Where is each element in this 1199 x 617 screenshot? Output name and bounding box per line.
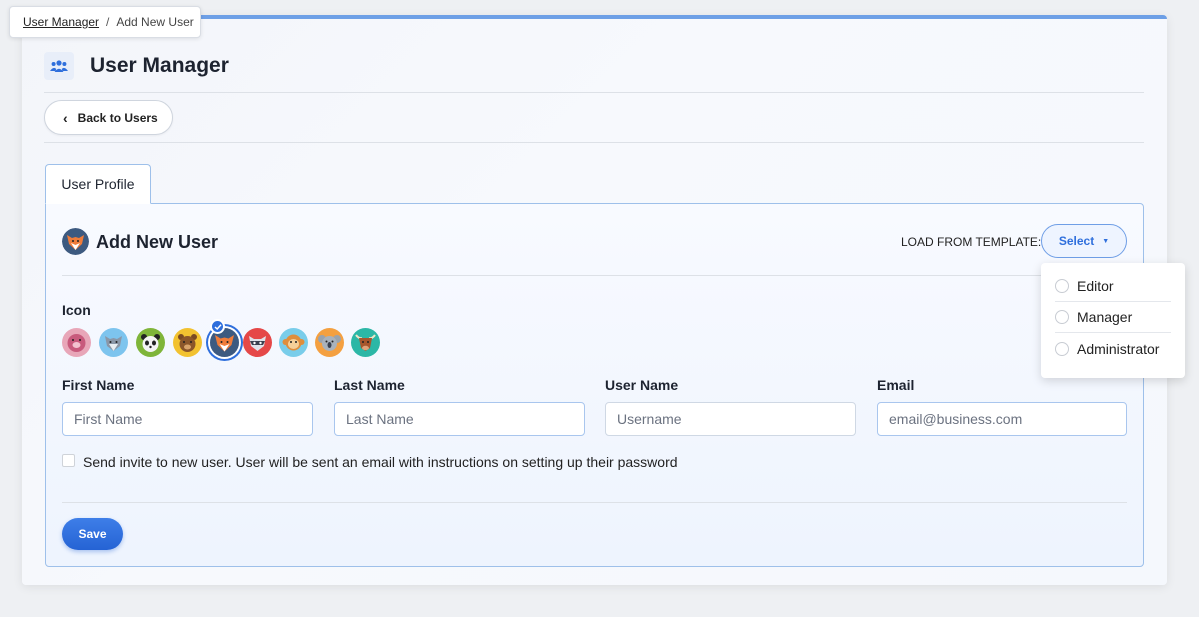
koala-icon[interactable]: [315, 328, 344, 357]
breadcrumb-current: Add New User: [116, 15, 194, 29]
template-dropdown-menu: Editor Manager Administrator: [1041, 263, 1185, 378]
template-option-administrator[interactable]: Administrator: [1055, 333, 1171, 364]
select-label: Select: [1058, 234, 1095, 248]
page-title: User Manager: [90, 54, 229, 77]
monkey-icon[interactable]: [279, 328, 308, 357]
option-label: Editor: [1077, 278, 1114, 294]
last-name-input[interactable]: [334, 402, 585, 436]
breadcrumb: User Manager / Add New User: [9, 6, 201, 38]
user-profile-panel: [45, 203, 1144, 567]
divider: [44, 142, 1144, 143]
bear-icon[interactable]: [173, 328, 202, 357]
pig-icon[interactable]: [62, 328, 91, 357]
add-new-user-title: Add New User: [96, 232, 219, 252]
radio-icon: [1055, 310, 1069, 324]
divider: [44, 92, 1144, 93]
save-button[interactable]: Save: [62, 518, 123, 550]
back-to-users-button[interactable]: ‹ Back to Users: [44, 100, 173, 135]
email-input[interactable]: [877, 402, 1127, 436]
last-name-label: Last Name: [334, 377, 405, 393]
send-invite-checkbox[interactable]: [62, 454, 75, 467]
breadcrumb-separator: /: [106, 15, 110, 29]
send-invite-label: Send invite to new user. User will be se…: [83, 454, 678, 470]
first-name-input[interactable]: [62, 402, 313, 436]
divider: [62, 275, 1127, 276]
raccoon-icon[interactable]: [243, 328, 272, 357]
panda-icon[interactable]: [136, 328, 165, 357]
first-name-label: First Name: [62, 377, 135, 393]
template-select-button[interactable]: Select ▼: [1041, 224, 1127, 258]
radio-icon: [1055, 341, 1069, 356]
username-input[interactable]: [605, 402, 856, 436]
user-name-label: User Name: [605, 377, 679, 393]
check-icon: [210, 319, 225, 334]
bull-icon[interactable]: [351, 328, 380, 357]
chevron-left-icon: ‹: [63, 109, 68, 126]
option-label: Administrator: [1077, 340, 1160, 357]
load-from-template-label: LOAD FROM TEMPLATE:: [901, 235, 1042, 249]
users-icon: [44, 52, 74, 80]
tab-user-profile[interactable]: User Profile: [45, 164, 151, 204]
option-label: Manager: [1077, 309, 1133, 325]
caret-down-icon: ▼: [1102, 237, 1110, 245]
template-option-editor[interactable]: Editor: [1055, 271, 1171, 302]
divider: [62, 502, 1127, 503]
breadcrumb-user-manager-link[interactable]: User Manager: [23, 15, 99, 29]
back-button-label: Back to Users: [77, 110, 158, 125]
icon-field-label: Icon: [62, 302, 91, 318]
wolf-icon[interactable]: [99, 328, 128, 357]
template-option-manager[interactable]: Manager: [1055, 302, 1171, 333]
email-label: Email: [877, 377, 915, 393]
fox-icon: [62, 228, 89, 255]
radio-icon: [1055, 279, 1069, 293]
